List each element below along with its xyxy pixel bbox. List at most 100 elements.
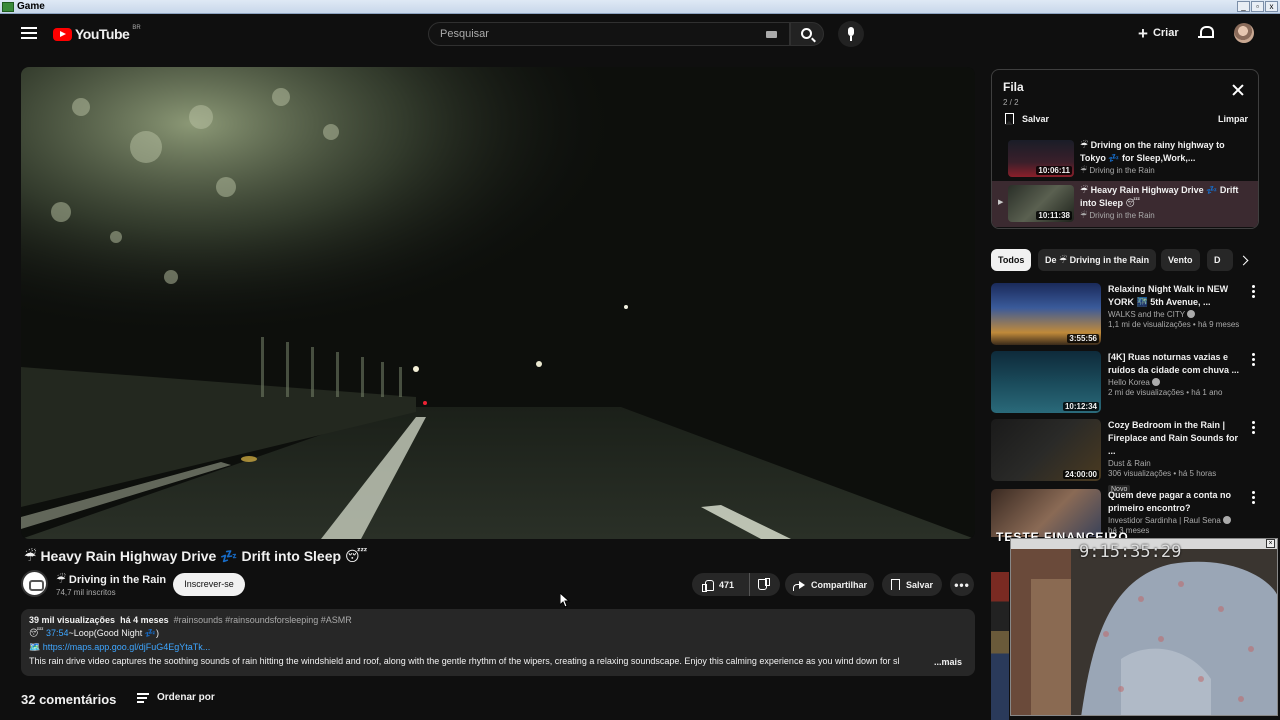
queue-item[interactable]: 10:06:11 ☔ Driving on the rainy highway … [992,136,1258,182]
recommendation-item[interactable]: 3:55:56 Relaxing Night Walk in NEW YORK … [991,283,1259,345]
maps-link[interactable]: https://maps.app.goo.gl/djFuG4EgYtaTk... [43,642,211,652]
chip-partial[interactable]: D [1207,249,1233,271]
chevron-right-icon[interactable] [1237,253,1251,267]
view-count: 39 mil visualizações [29,615,116,625]
covered-thumbnails [991,572,1009,720]
thumbs-up-icon [702,579,714,592]
video-frame [21,67,975,539]
description-line-loop: 😴 37:54~Loop(Good Night 💤) [29,628,159,638]
youtube-logo[interactable]: YouTube BR [53,25,141,42]
duration-badge: 10:11:38 [1036,211,1072,220]
chip-all[interactable]: Todos [991,249,1032,271]
recommendation-title: Quem deve pagar a conta no primeiro enco… [1108,490,1232,513]
verified-icon [1151,378,1160,386]
recommendation-item[interactable]: 10:12:34 [4K] Ruas noturnas vazias e ruí… [991,351,1259,413]
recommendation-item[interactable]: 24:00:00 Cozy Bedroom in the Rain | Fire… [991,419,1259,494]
search-button[interactable] [790,22,824,46]
maximize-button[interactable]: ▫ [1251,1,1264,12]
sort-by-button[interactable]: Ordenar por [157,692,215,703]
chip-channel[interactable]: De ☔ Driving in the Rain [1038,249,1157,271]
verified-icon [1222,516,1231,524]
save-button[interactable]: Salvar [882,573,942,596]
duration-badge: 3:55:56 [1067,334,1099,343]
queue-clear-button[interactable]: Limpar [1218,114,1248,124]
search-icon [801,28,812,39]
save-label: Salvar [906,579,934,590]
share-icon [793,580,805,591]
more-actions-button[interactable]: ••• [950,573,974,596]
channel-avatar[interactable] [21,570,48,597]
loop-text: ~Loop(Good Night 💤) [68,628,159,638]
window-titlebar: Game _ ▫ x [0,0,1280,14]
duration-badge: 10:12:34 [1062,402,1099,411]
queue-item-current[interactable]: ▶ 10:11:38 ☔ Heavy Rain Highway Drive 💤 … [992,181,1258,227]
mouse-cursor-icon [560,593,571,608]
more-options-icon[interactable] [1252,421,1255,436]
queue-save-button[interactable]: Salvar [1005,113,1050,125]
channel-name[interactable]: ☔ Driving in the Rain [56,573,166,586]
verified-icon [1187,310,1196,318]
description-more-link[interactable]: ...mais [930,657,962,667]
share-button[interactable]: Compartilhar [785,573,874,596]
recommendation-title: Relaxing Night Walk in NEW YORK 🌃 5th Av… [1108,284,1229,307]
notifications-bell-icon[interactable] [1198,25,1214,39]
duration-badge: 24:00:00 [1062,470,1099,479]
youtube-play-icon [53,27,72,41]
webcam-feed [1011,539,1277,715]
recommendation-meta: 2 mi de visualizações • há 1 ano [1108,388,1223,397]
recommendation-channel: Dust & Rain [1108,459,1151,468]
video-player[interactable] [21,67,975,539]
upload-age: há 4 meses [120,615,169,625]
window-title: Game [17,1,45,12]
like-dislike-group: 471 [692,573,780,596]
bookmark-icon [1005,113,1014,125]
app-icon [2,2,14,12]
more-options-icon[interactable] [1252,285,1255,300]
dislike-button[interactable] [750,573,780,596]
timestamp-link[interactable]: 37:54 [46,628,69,638]
subscriber-count: 74,7 mil inscritos [56,588,116,597]
voice-search-icon[interactable] [838,21,864,47]
timer-display: 9:15:35:29 [1079,542,1182,562]
recommendation-meta: há 3 meses [1108,526,1150,535]
logo-region: BR [132,25,141,31]
recommendation-channel: Investidor Sardinha | Raul Sena [1108,516,1221,525]
queue-title: Fila [1003,80,1024,94]
close-window-button[interactable]: x [1265,1,1278,12]
close-icon[interactable] [1232,84,1244,96]
queue-item-title: ☔ Driving on the rainy highway to Tokyo … [1080,140,1225,163]
share-label: Compartilhar [811,579,868,590]
recommendation-title: Cozy Bedroom in the Rain | Fireplace and… [1108,420,1239,456]
bookmark-icon [891,579,900,591]
create-button[interactable]: + Criar [1129,20,1184,46]
queue-item-channel: ☔ Driving in the Rain [1080,211,1155,220]
hashtags[interactable]: #rainsounds #rainsoundsforsleeping #ASMR [174,615,352,625]
description-box[interactable]: 39 mil visualizações há 4 meses #rainsou… [21,609,975,676]
plus-icon: + [1138,23,1148,43]
queue-save-label: Salvar [1022,113,1050,124]
search-placeholder: Pesquisar [440,28,489,40]
recommendation-meta: 306 visualizações • há 5 horas [1108,469,1217,478]
user-avatar[interactable] [1234,23,1254,43]
like-button[interactable]: 471 [692,573,750,596]
search-input[interactable]: Pesquisar [428,22,790,46]
more-options-icon[interactable] [1252,491,1255,506]
subscribe-button[interactable]: Inscrever-se [173,573,245,596]
recommendation-meta: 1,1 mi de visualizações • há 9 meses [1108,320,1240,329]
minimize-button[interactable]: _ [1237,1,1250,12]
queue-item-title: ☔ Heavy Rain Highway Drive 💤 Drift into … [1080,185,1239,208]
logo-text: YouTube [75,26,130,42]
menu-icon[interactable] [21,27,37,39]
close-icon[interactable]: × [1266,539,1275,548]
video-thumbnail: 3:55:56 [991,283,1101,345]
chip-wind[interactable]: Vento [1161,249,1200,271]
duration-badge: 10:06:11 [1036,166,1072,175]
comments-count: 32 comentários [21,692,117,707]
queue-panel: Fila 2 / 2 Salvar Limpar 10:06:11 ☔ Driv… [991,69,1259,229]
more-options-icon[interactable] [1252,353,1255,368]
webcam-overlay-window[interactable]: 9:15:35:29 × [1010,538,1278,716]
video-thumbnail: 24:00:00 [991,419,1101,481]
queue-item-channel: ☔ Driving in the Rain [1080,166,1155,175]
keyboard-icon[interactable] [766,31,777,38]
sort-icon[interactable] [137,693,149,703]
